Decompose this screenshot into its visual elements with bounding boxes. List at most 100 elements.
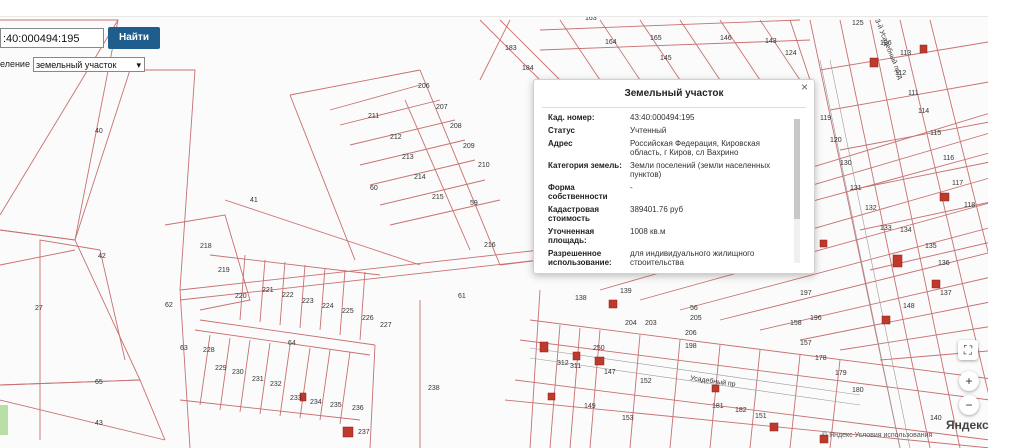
info-key: Разрешенное использование: [548,249,612,265]
lot-number-label: 209 [463,143,475,150]
info-row-cadastral-value: Кадастровая стоимость 389401.76 руб [548,205,798,223]
lot-number-label: 137 [940,290,952,297]
fullscreen-icon[interactable]: ⛶ [958,340,978,360]
lot-number-label: 226 [362,315,374,322]
lot-number-label: 216 [484,242,496,249]
find-button[interactable]: Найти [108,27,160,49]
lot-number-label: 233 [290,395,302,402]
lot-number-label: 225 [342,308,354,315]
info-row-permitted-use: Разрешенное использование: для индивидуал… [548,249,798,265]
lot-number-label: 215 [432,194,444,201]
info-row-ownership: Форма собственности - [548,183,798,201]
lot-number-label: 221 [262,287,274,294]
info-key: Адрес [548,139,573,148]
lot-number-label: 311 [570,363,581,370]
lot-number-label: 59 [470,200,478,207]
info-key: Статус [548,126,575,135]
lot-number-label: 65 [95,379,103,386]
lot-number-label: 114 [918,108,929,115]
object-type-select[interactable]: земельный участок ▾ [33,57,145,72]
lot-number-label: 235 [330,402,342,409]
lot-number-label: 116 [943,155,954,162]
map-attribution[interactable]: © Яндекс Условия использования [822,432,932,439]
lot-number-label: 117 [952,180,963,187]
zoom-out-button[interactable]: − [959,395,979,415]
lot-number-label: 203 [645,320,657,327]
popup-divider [542,107,806,108]
lot-number-label: 133 [880,225,892,232]
cadastral-search-input[interactable]: :40:000494:195 [0,28,104,48]
info-key: Уточненная площадь: [548,227,595,245]
lot-number-label: 131 [850,185,862,192]
lot-number-label: 224 [322,303,334,310]
lot-number-label: 182 [735,407,747,414]
lot-number-label: 232 [270,381,282,388]
lot-number-label: 42 [98,253,106,260]
lot-number-label: 120 [830,137,842,144]
lot-number-label: 157 [800,340,812,347]
lot-number-label: 125 [852,20,864,27]
lot-number-label: 231 [252,376,264,383]
lot-number-label: 238 [428,385,440,392]
lot-number-label: 146 [720,35,732,42]
chevron-down-icon: ▾ [136,60,141,70]
lot-number-label: 212 [390,134,402,141]
info-row-category: Категория земель: Земли поселений (земли … [548,161,798,179]
lot-number-label: 151 [755,413,767,420]
lot-number-label: 178 [815,355,827,362]
lot-number-label: 145 [660,55,672,62]
close-icon[interactable]: × [801,80,808,94]
lot-number-label: 124 [785,50,797,57]
lot-number-label: 218 [200,243,212,250]
lot-number-label: 237 [358,429,370,436]
lot-number-label: 164 [605,39,617,46]
lot-number-label: 115 [930,130,941,137]
lot-number-label: 43 [95,420,103,427]
lot-number-label: 234 [310,399,322,406]
popup-scrollbar-thumb[interactable] [794,119,800,219]
lot-number-label: 140 [930,415,942,422]
info-value: - [630,183,633,192]
lot-number-label: 61 [458,293,466,300]
lot-number-label: 165 [650,35,662,42]
lot-number-label: 230 [232,369,244,376]
lot-number-label: 152 [640,378,652,385]
lot-number-label: 111 [908,90,919,97]
parcel-info-popup: Земельный участок × Кад. номер: 43:40:000… [533,79,815,274]
info-row-area: Уточненная площадь: 1008 кв.м [548,227,798,245]
lot-number-label: 158 [790,320,802,327]
lot-number-label: 236 [352,405,364,412]
lot-number-label: 206 [685,330,697,337]
info-value: Российская Федерация, Кировская область,… [630,139,760,157]
cadastral-map[interactable]: 40 41 42 27 60 59 216 211 212 213 214 215 206 207 208 2… [0,0,1023,448]
right-margin-panel [988,16,1023,448]
lot-number-label: 143 [765,38,777,45]
lot-number-label: 153 [622,415,634,422]
lot-number-label: 223 [302,298,314,305]
lot-number-label: 56 [690,305,698,312]
zoom-in-button[interactable]: + [959,371,979,391]
lot-number-label: 207 [436,104,448,111]
lot-number-label: 132 [865,205,877,212]
lot-number-label: 138 [575,295,587,302]
info-key: Кадастровая стоимость [548,205,600,223]
lot-number-label: 184 [522,65,534,72]
lot-number-label: 312 [557,360,569,367]
lot-number-label: 219 [218,267,230,274]
street-name-label: Усадебный пр [690,374,736,388]
lot-number-label: 64 [288,340,296,347]
info-row-address: Адрес Российская Федерация, Кировская обл… [548,139,798,157]
lot-number-label: 198 [685,343,697,350]
lot-number-label: 208 [450,123,462,130]
lot-number-label: 60 [370,185,378,192]
lot-label-layer: 40 41 42 27 60 59 216 211 212 213 214 215 206 207 208 2… [35,5,975,436]
lot-number-label: 211 [368,113,379,120]
lot-number-label: 227 [380,322,392,329]
info-value: 1008 кв.м [630,227,666,236]
info-row-status: Статус Учтенный [548,126,798,135]
popup-title: Земельный участок [624,88,724,99]
popup-body: Кад. номер: 43:40:000494:195 Статус Учтенн… [548,113,798,265]
info-value: для индивидуального жилищного строительс… [630,249,755,265]
lot-number-label: 118 [964,202,975,209]
lot-number-label: 134 [900,227,912,234]
